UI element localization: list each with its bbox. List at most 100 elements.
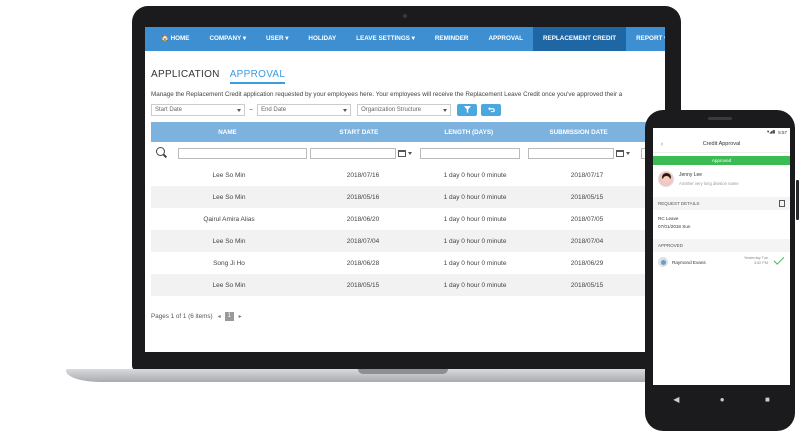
signal-icon: ▾◢▮ [767,129,776,134]
filter-bar: Start Date ~ End Date Organization Struc… [151,104,659,116]
phone-title-bar: ‹ Credit Approval [653,136,790,153]
header-length[interactable]: LENGTH (DAYS) [414,129,524,136]
table-search-row [151,142,659,164]
tab-approval[interactable]: APPROVAL [229,69,286,84]
cell-length: 1 day 0 hour 0 minute [443,237,507,245]
cell-name: Song Ji Ho [213,259,245,267]
request-details: RC Leave 07/01/2018 Sun [653,210,790,235]
calendar-icon[interactable] [616,149,625,157]
table-row[interactable]: Qairul Amira Alias 2018/06/20 1 day 0 ho… [151,208,659,230]
cell-name: Qairul Amira Alias [203,215,255,223]
avatar [658,171,674,187]
approver-avatar [658,257,668,267]
submission-date-search-input[interactable] [528,147,615,159]
header-submission-date[interactable]: SUBMISSION DATE [524,129,634,136]
section-label: APPROVED [658,243,684,248]
nav-home[interactable]: 🏠 HOME [151,27,199,51]
main-content: APPLICATION APPROVAL Manage the Replacem… [145,69,665,321]
cell-start-date: 2018/05/16 [346,193,380,201]
cell-name: Lee So Min [212,193,246,201]
request-details-header: REQUEST DETAILS [653,197,790,210]
approver-name: Raymond Evans [672,259,706,265]
nav-reminder[interactable]: REMINDER [425,27,479,51]
filter-button[interactable] [457,104,478,116]
phone-nav-keys: ◀ ● ■ [653,390,790,408]
cell-name: Lee So Min [212,171,246,179]
cell-submission-date: 2018/06/29 [570,259,604,267]
nav-replacement-credit[interactable]: REPLACEMENT CREDIT [532,27,627,51]
cell-submission-date: 2018/05/15 [570,281,604,289]
approver-row: Raymond Evans Yesterday Tue 3:52 PM [653,252,790,272]
cell-start-date: 2018/05/15 [346,281,380,289]
filter-icon [463,105,471,113]
next-page-button[interactable]: ▸ [239,313,242,320]
phone-status-bar: ▾◢▮ 5:57 [653,128,790,136]
length-search-input[interactable] [420,147,521,159]
cell-length: 1 day 0 hour 0 minute [443,193,507,201]
table-row[interactable]: Lee So Min 2018/07/04 1 day 0 hour 0 min… [151,230,659,252]
request-date: 07/01/2018 Sun [658,224,691,229]
header-name[interactable]: NAME [151,129,304,136]
table-row[interactable]: Song Ji Ho 2018/06/28 1 day 0 hour 0 min… [151,252,659,274]
table-row[interactable]: Lee So Min 2018/05/16 1 day 0 hour 0 min… [151,186,659,208]
calendar-icon[interactable] [398,149,407,157]
phone-side-button [796,180,799,220]
cell-length: 1 day 0 hour 0 minute [443,171,507,179]
applicant-card: Jenny Lee Another very long division nam… [653,165,790,193]
approved-section-header: APPROVED [653,239,790,252]
chevron-down-icon[interactable] [408,151,413,155]
name-search-input[interactable] [177,147,307,159]
nav-approval[interactable]: APPROVAL [478,27,533,51]
phone-screen: ▾◢▮ 5:57 ‹ Credit Approval Approved Jenn… [653,128,790,385]
laptop-notch [358,369,448,374]
nav-leave-settings[interactable]: LEAVE SETTINGS ▾ [346,27,425,51]
prev-page-button[interactable]: ◂ [218,313,221,320]
document-icon[interactable] [779,200,785,207]
nav-report[interactable]: REPORT ▾ [626,27,665,51]
start-date-select[interactable]: Start Date [151,104,245,116]
recent-apps-icon[interactable]: ■ [765,395,770,404]
chevron-down-icon[interactable] [626,151,631,155]
table-row[interactable]: Lee So Min 2018/07/16 1 day 0 hour 0 min… [151,164,659,186]
laptop-screen: 🏠 HOME COMPANY ▾ USER ▾ HOLIDAY LEAVE SE… [145,27,665,352]
cell-name: Lee So Min [212,281,246,289]
cell-length: 1 day 0 hour 0 minute [443,281,507,289]
cell-length: 1 day 0 hour 0 minute [443,259,507,267]
pagination: Pages 1 of 1 (6 items) ◂ 1 ▸ [151,312,659,321]
check-icon [773,254,785,265]
nav-holiday[interactable]: HOLIDAY [298,27,346,51]
tab-application[interactable]: APPLICATION [151,69,220,84]
start-date-search-input[interactable] [310,147,397,159]
applicant-division: Another very long division name [679,181,739,186]
cell-submission-date: 2018/05/15 [570,193,604,201]
search-icon[interactable] [156,147,168,159]
end-date-select[interactable]: End Date [257,104,352,116]
cell-submission-date: 2018/07/05 [570,215,604,223]
cell-length: 1 day 0 hour 0 minute [443,215,507,223]
cell-submission-date: 2018/07/17 [570,171,604,179]
date-range-separator: ~ [249,106,254,114]
table-header: NAME START DATE LENGTH (DAYS) SUBMISSION… [151,122,659,142]
cell-start-date: 2018/07/16 [346,171,380,179]
cell-start-date: 2018/07/04 [346,237,380,245]
request-type: RC Leave [658,216,679,221]
header-start-date[interactable]: START DATE [304,129,414,136]
phone-clock: 5:57 [778,129,787,135]
page-number-button[interactable]: 1 [224,312,234,321]
back-key-icon[interactable]: ◀ [673,395,679,404]
nav-company[interactable]: COMPANY ▾ [199,27,256,51]
nav-user[interactable]: USER ▾ [256,27,298,51]
cell-name: Lee So Min [212,237,246,245]
laptop-camera [403,14,407,18]
back-arrow-icon[interactable]: ‹ [653,141,671,148]
reset-button[interactable] [481,104,502,116]
section-label: REQUEST DETAILS [658,201,700,206]
table-row[interactable]: Lee So Min 2018/05/15 1 day 0 hour 0 min… [151,274,659,296]
tab-bar: APPLICATION APPROVAL [151,69,659,84]
approved-status-banner: Approved [653,156,790,165]
org-structure-select[interactable]: Organization Structure [357,104,452,116]
approval-time: Yesterday Tue 3:52 PM [743,256,768,265]
top-nav: 🏠 HOME COMPANY ▾ USER ▾ HOLIDAY LEAVE SE… [145,27,665,51]
phone-speaker [708,117,732,120]
home-key-icon[interactable]: ● [720,395,725,404]
